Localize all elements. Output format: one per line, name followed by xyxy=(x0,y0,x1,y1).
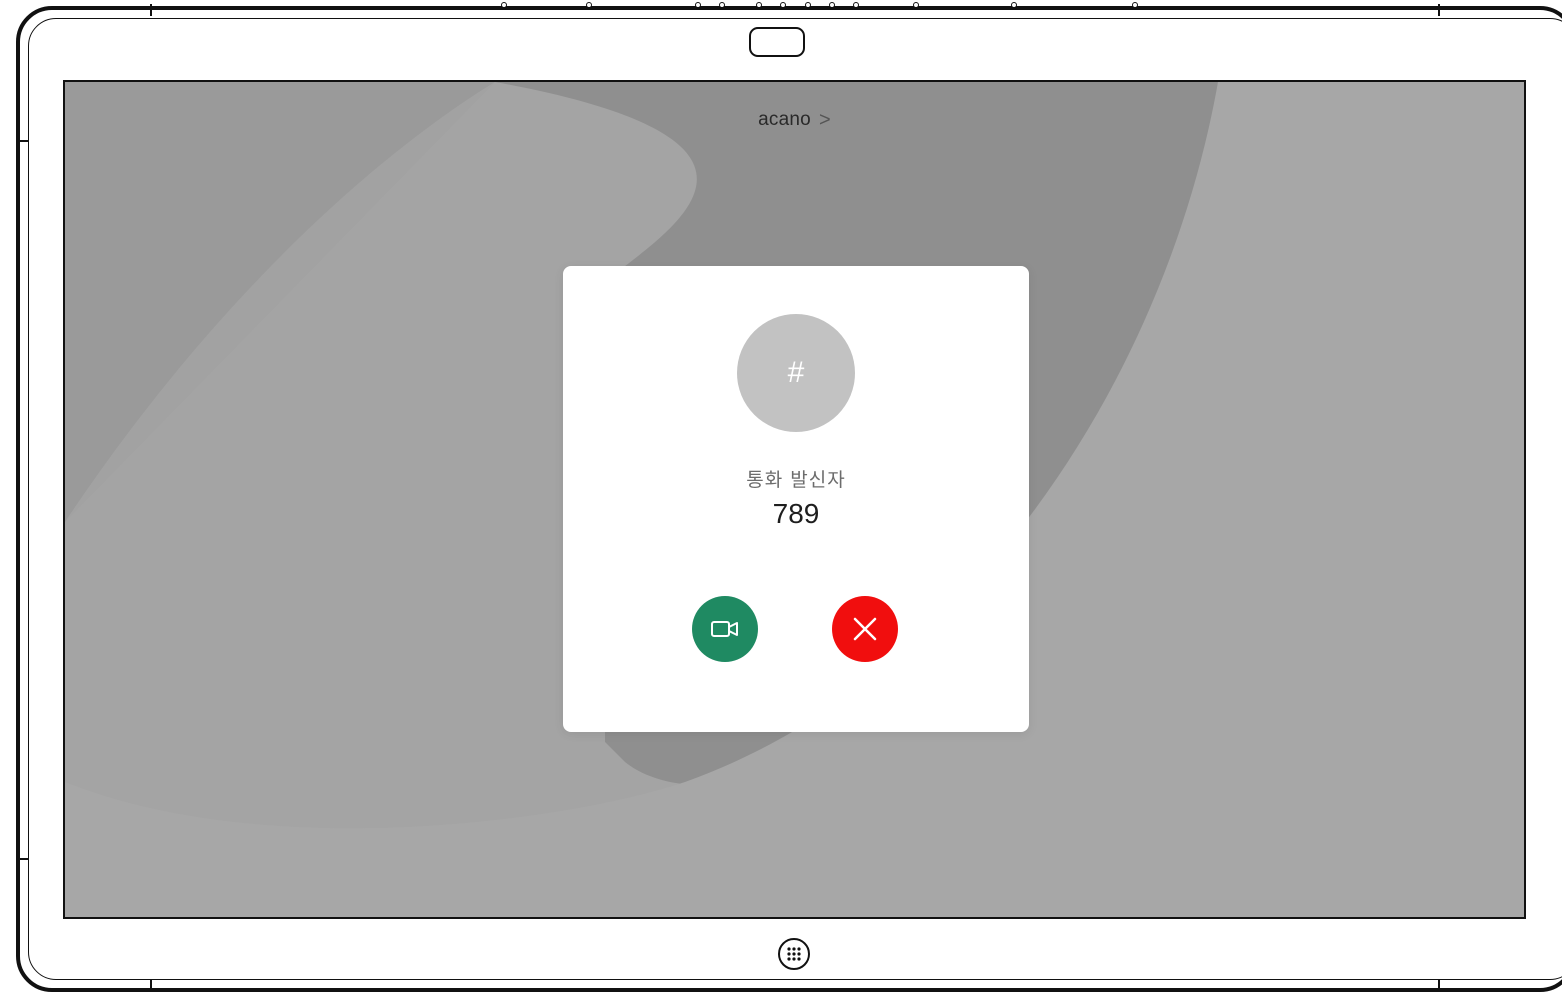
chevron-right-icon: > xyxy=(818,109,831,131)
camera-housing xyxy=(749,27,805,57)
mic-dot xyxy=(805,2,811,8)
frame-tick xyxy=(150,4,152,16)
hash-icon: # xyxy=(787,356,805,389)
mic-dot xyxy=(829,2,835,8)
room-name-label: acano xyxy=(758,109,811,130)
frame-tick xyxy=(18,140,28,142)
mic-dot xyxy=(780,2,786,8)
video-camera-icon xyxy=(711,621,738,637)
frame-tick xyxy=(1438,980,1440,992)
mic-dot xyxy=(501,2,507,8)
room-name[interactable]: acano > xyxy=(65,109,1524,132)
mic-dot xyxy=(1132,2,1138,8)
close-icon xyxy=(853,617,877,641)
caller-label: 통화 발신자 xyxy=(746,469,846,491)
mic-dot xyxy=(756,2,762,8)
mic-dot xyxy=(586,2,592,8)
frame-tick xyxy=(18,858,28,860)
caller-number: 789 xyxy=(772,498,820,529)
mic-dot xyxy=(853,2,859,8)
frame-tick xyxy=(1438,4,1440,16)
keypad-grid-icon xyxy=(787,947,801,961)
decline-button[interactable] xyxy=(832,596,898,662)
mic-dot xyxy=(1011,2,1017,8)
touch-screen: acano > # 통화 발신자 789 xyxy=(63,80,1526,919)
answer-video-button[interactable] xyxy=(692,596,758,662)
mic-dot xyxy=(719,2,725,8)
incoming-call-dialog: # 통화 발신자 789 xyxy=(563,266,1029,732)
caller-avatar: # xyxy=(737,314,855,432)
mic-dot xyxy=(913,2,919,8)
mic-dot xyxy=(695,2,701,8)
frame-tick xyxy=(150,980,152,992)
home-button[interactable] xyxy=(778,938,810,970)
